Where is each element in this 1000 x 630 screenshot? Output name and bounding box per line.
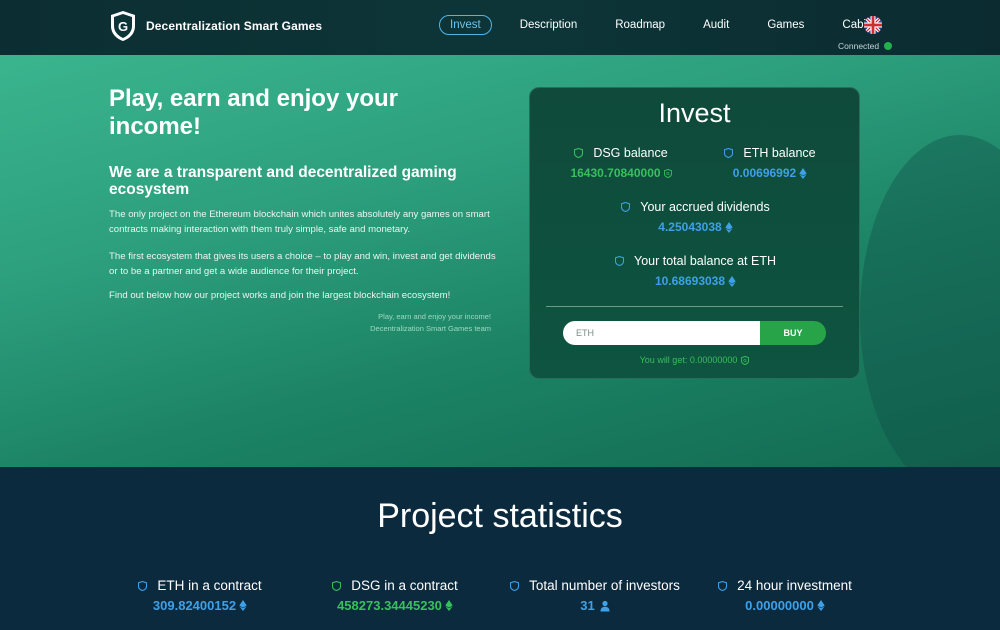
dsg-token-icon: G — [741, 355, 750, 365]
total-balance: Your total balance at ETH 10.68693038 — [530, 254, 861, 288]
dividends-label: Your accrued dividends — [640, 200, 770, 214]
card-divider — [546, 306, 843, 307]
eth-balance: ETH balance 0.00696992 — [700, 146, 840, 180]
svg-text:G: G — [744, 358, 748, 363]
hero-paragraph: The only project on the Ethereum blockch… — [109, 209, 490, 235]
eth-icon — [725, 221, 733, 233]
nav-cabinet[interactable]: Cabinet — [832, 15, 892, 35]
stat-eth-contract: ETH in a contract 309.82400152 — [110, 578, 290, 613]
stat-label: DSG in a contract — [351, 578, 458, 593]
signature-line: Decentralization Smart Games team — [370, 324, 491, 333]
accrued-dividends: Your accrued dividends 4.25043038 — [530, 200, 861, 234]
eth-icon — [799, 167, 807, 179]
top-header: G Decentralization Smart Games Invest De… — [0, 0, 1000, 55]
dsg-balance: DSG balance 16430.70840000 G — [546, 146, 696, 180]
shield-icon — [138, 580, 148, 591]
connection-status: Connected — [838, 41, 893, 51]
dsg-balance-value: 16430.70840000 — [570, 166, 661, 180]
total-balance-value: 10.68693038 — [654, 274, 726, 288]
shield-icon — [332, 580, 342, 591]
hero-title: Play, earn and enjoy your income! — [109, 85, 398, 140]
hero-signature: Play, earn and enjoy your income! Decent… — [300, 311, 491, 335]
dsg-balance-label: DSG balance — [593, 146, 668, 160]
main-nav: Invest Description Roadmap Audit Games C… — [439, 15, 910, 35]
stat-label: Total number of investors — [529, 578, 680, 593]
shield-icon — [621, 202, 631, 212]
nav-audit[interactable]: Audit — [693, 15, 739, 35]
nav-description[interactable]: Description — [510, 15, 588, 35]
stat-dsg-contract: DSG in a contract 458273.34445230 — [305, 578, 485, 613]
buy-form: BUY — [563, 321, 826, 345]
dsg-token-icon: G — [663, 168, 672, 178]
decorative-shape — [860, 135, 1000, 467]
brand-logo[interactable]: G Decentralization Smart Games — [109, 10, 322, 42]
shield-icon — [510, 580, 520, 591]
stat-label: 24 hour investment — [737, 578, 852, 593]
svg-text:G: G — [666, 171, 670, 176]
hero-paragraph: Find out below how our project works and… — [109, 290, 451, 301]
user-icon — [600, 600, 610, 611]
signature-line: Play, earn and enjoy your income! — [378, 312, 491, 321]
uk-flag-icon[interactable] — [864, 16, 882, 34]
eth-amount-input[interactable] — [563, 321, 760, 345]
brand-name: Decentralization Smart Games — [146, 19, 323, 33]
stat-value: 458273.34445230 — [337, 598, 442, 613]
shield-logo-icon: G — [111, 11, 135, 41]
eth-icon — [817, 600, 825, 611]
eth-balance-label: ETH balance — [743, 146, 816, 160]
hero-subtitle: We are a transparent and decentralized g… — [109, 164, 457, 198]
you-will-get: You will get: 0.00000000 G — [530, 355, 859, 365]
shield-icon — [615, 256, 624, 266]
buy-button[interactable]: BUY — [760, 321, 826, 345]
svg-text:G: G — [118, 19, 128, 34]
eth-icon — [239, 600, 247, 611]
invest-title: Invest — [658, 98, 731, 128]
eth-icon — [728, 275, 736, 287]
stat-label: ETH in a contract — [157, 578, 262, 593]
nav-roadmap[interactable]: Roadmap — [605, 15, 675, 35]
shield-icon — [718, 580, 728, 591]
statistics-title: Project statistics — [377, 497, 623, 535]
stat-value: 0.00000000 — [745, 598, 814, 613]
shield-icon — [724, 148, 734, 158]
hero-paragraph: The first ecosystem that gives its users… — [109, 251, 496, 277]
stat-24h-investment: 24 hour investment 0.00000000 — [705, 578, 865, 613]
total-balance-label: Your total balance at ETH — [634, 254, 776, 268]
status-dot-icon — [884, 42, 893, 50]
stat-total-investors: Total number of investors 31 — [495, 578, 695, 613]
hero-section: Play, earn and enjoy your income! We are… — [0, 55, 1000, 467]
eth-icon — [445, 600, 453, 611]
invest-card: Invest DSG balance 16430.70840000 G ETH … — [529, 87, 860, 379]
nav-games[interactable]: Games — [757, 15, 814, 35]
stat-value: 31 — [580, 598, 595, 613]
shield-icon — [574, 148, 584, 158]
project-statistics-section: Project statistics ETH in a contract 309… — [0, 467, 1000, 630]
you-will-get-value: You will get: 0.00000000 — [639, 355, 738, 365]
eth-balance-value: 0.00696992 — [732, 166, 797, 180]
connection-status-label: Connected — [838, 41, 880, 51]
dividends-value: 4.25043038 — [658, 220, 722, 234]
nav-invest[interactable]: Invest — [439, 15, 492, 35]
stat-value: 309.82400152 — [152, 598, 237, 613]
